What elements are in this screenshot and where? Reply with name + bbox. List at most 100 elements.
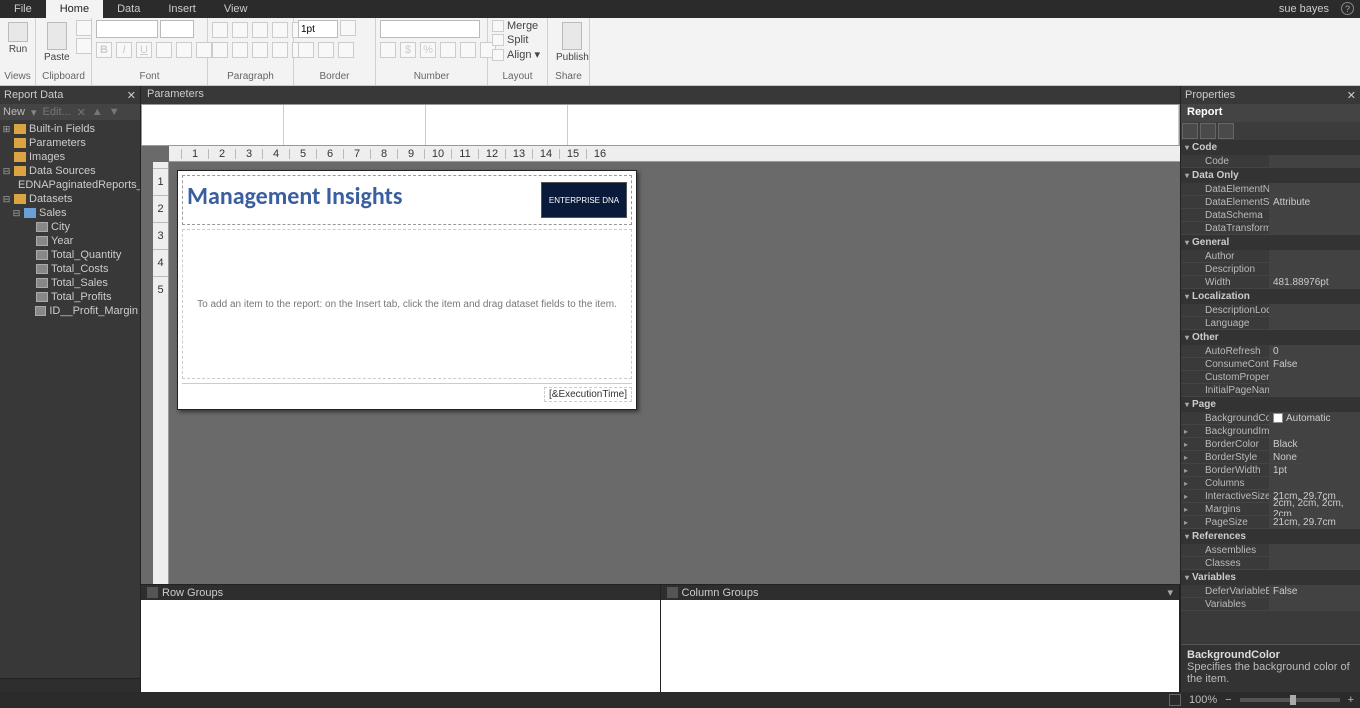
prop-category[interactable]: ▾Data Only xyxy=(1181,168,1360,183)
tree-field[interactable]: Year xyxy=(0,234,140,248)
status-view-icon[interactable] xyxy=(1169,694,1181,706)
prop-category[interactable]: ▾Localization xyxy=(1181,289,1360,304)
prop-row[interactable]: DescriptionLocID xyxy=(1181,304,1360,317)
help-icon[interactable]: ? xyxy=(1341,2,1354,15)
underline-icon[interactable]: U xyxy=(136,42,152,58)
prop-row[interactable]: ▸BorderColorBlack xyxy=(1181,438,1360,451)
currency-icon[interactable]: $ xyxy=(400,42,416,58)
zoom-out-icon[interactable]: − xyxy=(1225,694,1231,706)
align-top-icon[interactable] xyxy=(212,42,228,58)
font-family-combo[interactable] xyxy=(96,20,158,38)
prop-pages-icon[interactable] xyxy=(1218,123,1234,139)
col-groups-body[interactable] xyxy=(661,600,1180,692)
prop-row[interactable]: CustomProperties xyxy=(1181,371,1360,384)
tree-field[interactable]: ID__Profit_Margin xyxy=(0,304,140,318)
tree-field[interactable]: Total_Costs xyxy=(0,262,140,276)
prop-row[interactable]: Description xyxy=(1181,263,1360,276)
prop-categorized-icon[interactable] xyxy=(1182,123,1198,139)
prop-row[interactable]: ConsumeContainFalse xyxy=(1181,358,1360,371)
border-color-icon[interactable] xyxy=(340,20,356,36)
merge-button[interactable]: Merge xyxy=(492,20,538,32)
align-left-icon[interactable] xyxy=(212,22,228,38)
prop-row[interactable]: DeferVariableEvalFalse xyxy=(1181,585,1360,598)
italic-icon[interactable]: I xyxy=(116,42,132,58)
number-general-icon[interactable] xyxy=(380,42,396,58)
tree-field[interactable]: Total_Profits xyxy=(0,290,140,304)
zoom-slider[interactable] xyxy=(1240,698,1340,702)
prop-row[interactable]: Variables xyxy=(1181,598,1360,611)
border-preset-icon[interactable] xyxy=(318,42,334,58)
row-groups-body[interactable] xyxy=(141,600,660,692)
prop-row[interactable]: BackgroundColorAutomatic xyxy=(1181,412,1360,425)
prop-row[interactable]: Assemblies xyxy=(1181,544,1360,557)
paste-button[interactable]: Paste xyxy=(40,20,74,65)
zoom-in-icon[interactable]: + xyxy=(1348,694,1354,706)
properties-close-icon[interactable]: ✕ xyxy=(1347,89,1356,102)
align-center-icon[interactable] xyxy=(232,22,248,38)
tree-dataset-sales[interactable]: ⊟Sales xyxy=(0,206,140,220)
bold-icon[interactable]: B xyxy=(96,42,112,58)
menu-home[interactable]: Home xyxy=(46,0,103,18)
menu-file[interactable]: File xyxy=(0,0,46,18)
prop-row[interactable]: DataElementStyleAttribute xyxy=(1181,196,1360,209)
prop-row[interactable]: Width481.88976pt xyxy=(1181,276,1360,289)
parameters-area[interactable] xyxy=(141,104,1180,146)
prop-category[interactable]: ▾General xyxy=(1181,235,1360,250)
align-bot-icon[interactable] xyxy=(252,42,268,58)
execution-time-field[interactable]: [&ExecutionTime] xyxy=(544,387,632,402)
tree-field[interactable]: Total_Sales xyxy=(0,276,140,290)
tree-builtin[interactable]: ⊞Built-in Fields xyxy=(0,122,140,136)
prop-row[interactable]: DataElementNam xyxy=(1181,183,1360,196)
menu-insert[interactable]: Insert xyxy=(154,0,210,18)
font-color-icon[interactable] xyxy=(156,42,172,58)
prop-row[interactable]: ▸BorderWidth1pt xyxy=(1181,464,1360,477)
cut-icon[interactable] xyxy=(76,20,92,36)
prop-row[interactable]: DataSchema xyxy=(1181,209,1360,222)
tree-field[interactable]: City xyxy=(0,220,140,234)
publish-button[interactable]: Publish xyxy=(552,20,593,65)
tree-images[interactable]: Images xyxy=(0,150,140,164)
prop-row[interactable]: ▸PageSize21cm, 29.7cm xyxy=(1181,516,1360,529)
fill-color-icon[interactable] xyxy=(176,42,192,58)
properties-object[interactable]: Report xyxy=(1181,104,1360,122)
report-body-placeholder[interactable]: To add an item to the report: on the Ins… xyxy=(182,229,632,379)
align-mid-icon[interactable] xyxy=(232,42,248,58)
prop-row[interactable]: ▸Columns xyxy=(1181,477,1360,490)
font-size-combo[interactable] xyxy=(160,20,194,38)
report-data-new[interactable]: New xyxy=(3,106,25,118)
prop-category[interactable]: ▾Other xyxy=(1181,330,1360,345)
bullets-icon[interactable] xyxy=(272,42,288,58)
prop-row[interactable]: Code xyxy=(1181,155,1360,168)
copy-icon[interactable] xyxy=(76,38,92,54)
user-name[interactable]: sue bayes xyxy=(1271,0,1337,18)
report-data-close-icon[interactable]: ✕ xyxy=(127,89,136,102)
border-side-icon[interactable] xyxy=(338,42,354,58)
prop-category[interactable]: ▾Code xyxy=(1181,140,1360,155)
number-format-combo[interactable] xyxy=(380,20,480,38)
report-logo[interactable]: ENTERPRISE DNA xyxy=(541,182,627,218)
prop-row[interactable]: AutoRefresh0 xyxy=(1181,345,1360,358)
prop-row[interactable]: ▸BackgroundImag xyxy=(1181,425,1360,438)
tree-datasources[interactable]: ⊟Data Sources xyxy=(0,164,140,178)
prop-row[interactable]: InitialPageName xyxy=(1181,384,1360,397)
dec-inc-icon[interactable] xyxy=(460,42,476,58)
run-button[interactable]: Run xyxy=(4,20,32,57)
properties-grid[interactable]: ▾CodeCode▾Data OnlyDataElementNamDataEle… xyxy=(1181,140,1360,644)
indent-dec-icon[interactable] xyxy=(272,22,288,38)
prop-row[interactable]: Language xyxy=(1181,317,1360,330)
prop-row[interactable]: Classes xyxy=(1181,557,1360,570)
align-right-icon[interactable] xyxy=(252,22,268,38)
menu-data[interactable]: Data xyxy=(103,0,154,18)
prop-row[interactable]: ▸BorderStyleNone xyxy=(1181,451,1360,464)
prop-row[interactable]: Author xyxy=(1181,250,1360,263)
border-width-combo[interactable] xyxy=(298,20,338,38)
border-style-icon[interactable] xyxy=(298,42,314,58)
prop-row[interactable]: DataTransform xyxy=(1181,222,1360,235)
prop-category[interactable]: ▾Page xyxy=(1181,397,1360,412)
tree-ds-edna[interactable]: EDNAPaginatedReports_M xyxy=(0,178,140,192)
menu-view[interactable]: View xyxy=(210,0,262,18)
tree-datasets[interactable]: ⊟Datasets xyxy=(0,192,140,206)
report-title[interactable]: Management Insights xyxy=(187,182,541,218)
prop-row[interactable]: ▸Margins2cm, 2cm, 2cm, 2cm xyxy=(1181,503,1360,516)
prop-category[interactable]: ▾References xyxy=(1181,529,1360,544)
